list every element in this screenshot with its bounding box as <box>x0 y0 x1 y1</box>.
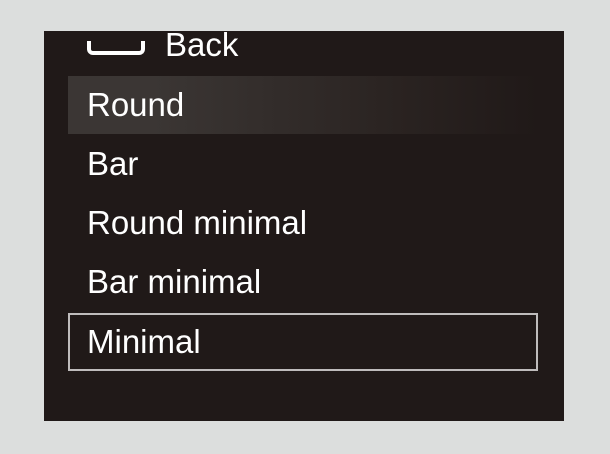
menu-item-round[interactable]: Round <box>68 76 538 134</box>
menu-item-label: Bar minimal <box>87 263 262 300</box>
menu-item-label: Round <box>87 86 185 123</box>
back-icon <box>87 41 145 55</box>
menu-item-round-minimal[interactable]: Round minimal <box>68 194 538 252</box>
back-label: Back <box>165 31 239 63</box>
menu-item-label: Bar <box>87 145 139 182</box>
menu-item-label: Round minimal <box>87 204 308 241</box>
back-menu-item[interactable]: Back <box>68 31 538 69</box>
menu-panel: Back Round Bar Round minimal Bar minimal… <box>44 31 564 421</box>
menu-item-bar-minimal[interactable]: Bar minimal <box>68 253 538 311</box>
menu-item-label: Minimal <box>87 323 201 360</box>
menu-item-minimal[interactable]: Minimal <box>68 313 538 371</box>
menu-item-bar[interactable]: Bar <box>68 135 538 193</box>
